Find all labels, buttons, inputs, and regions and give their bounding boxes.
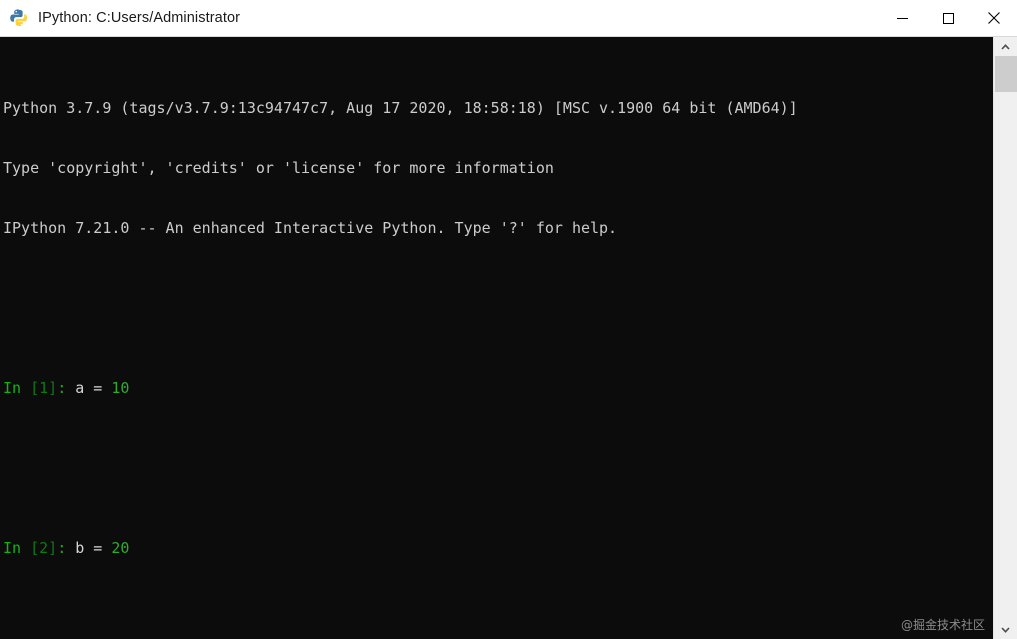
minimize-button[interactable]	[879, 0, 925, 36]
chevron-up-icon	[1001, 43, 1010, 50]
scrollbar-track[interactable]	[995, 92, 1017, 620]
vertical-scrollbar[interactable]	[993, 37, 1017, 639]
in-label: In	[3, 539, 22, 557]
header-line: IPython 7.21.0 -- An enhanced Interactiv…	[3, 219, 618, 237]
python-logo-icon	[10, 9, 28, 26]
scroll-down-button[interactable]	[994, 620, 1017, 639]
in-number: [1]	[30, 379, 58, 397]
code-text: a =	[66, 379, 112, 397]
header-line: Type 'copyright', 'credits' or 'license'…	[3, 159, 554, 177]
in-colon: :	[57, 539, 67, 557]
code-text: b =	[66, 539, 112, 557]
code-literal: 20	[111, 539, 130, 557]
in-colon: :	[57, 379, 67, 397]
scroll-up-button[interactable]	[994, 37, 1017, 56]
window-titlebar[interactable]: IPython: C:Users/Administrator	[0, 0, 1017, 37]
console-text: Python 3.7.9 (tags/v3.7.9:13c94747c7, Au…	[3, 38, 798, 639]
window-controls	[879, 0, 1017, 36]
header-line: Python 3.7.9 (tags/v3.7.9:13c94747c7, Au…	[3, 99, 798, 117]
in-label: In	[3, 379, 22, 397]
scrollbar-thumb[interactable]	[995, 56, 1017, 92]
input-line: In [1]: a = 10	[3, 378, 798, 398]
close-icon	[988, 12, 1000, 24]
terminal-output-area[interactable]: Python 3.7.9 (tags/v3.7.9:13c94747c7, Au…	[0, 37, 993, 639]
in-number: [2]	[30, 539, 58, 557]
window-title: IPython: C:Users/Administrator	[38, 10, 241, 26]
close-button[interactable]	[971, 0, 1017, 36]
chevron-down-icon	[1001, 626, 1010, 633]
ipython-console-window: IPython: C:Users/Administrator Python 3.…	[0, 0, 1017, 639]
code-literal: 10	[111, 379, 130, 397]
maximize-icon	[942, 12, 954, 24]
watermark: @掘金技术社区	[900, 618, 985, 632]
maximize-button[interactable]	[925, 0, 971, 36]
minimize-icon	[896, 17, 908, 19]
input-line: In [2]: b = 20	[3, 538, 798, 558]
